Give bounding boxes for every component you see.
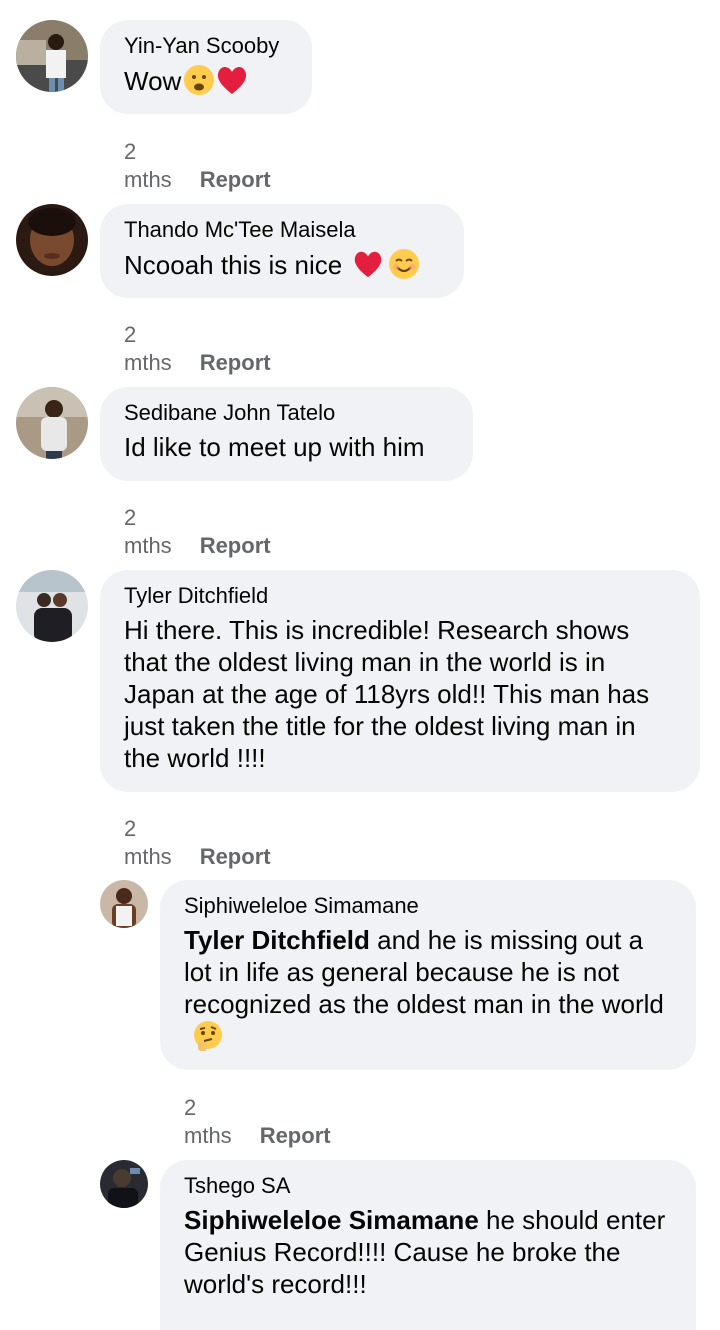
avatar[interactable] (16, 204, 88, 276)
comment-text: Hi there. This is incredible! Research s… (124, 615, 650, 773)
comment-timestamp[interactable]: 2 mths (124, 505, 172, 558)
comment-timestamp[interactable]: 2 mths (124, 816, 172, 869)
report-button[interactable]: Report (200, 844, 271, 869)
comment-timestamp[interactable]: 2 mths (184, 1095, 232, 1148)
avatar[interactable] (16, 570, 88, 642)
comment-meta: 2 mths Report (124, 504, 271, 560)
comment-timestamp[interactable]: 2 mths (124, 139, 172, 192)
comment-author[interactable]: Yin-Yan Scooby (124, 32, 288, 60)
comment-author[interactable]: Tyler Ditchfield (124, 582, 676, 610)
avatar-photo (100, 880, 148, 928)
report-button[interactable]: Report (200, 533, 271, 558)
avatar-photo (16, 570, 88, 642)
avatar-photo (16, 204, 88, 276)
report-button[interactable]: Report (260, 1123, 331, 1148)
comment-bubble: Thando Mc'Tee Maisela Ncooah this is nic… (100, 204, 464, 298)
comment-text: Wow (124, 64, 288, 97)
avatar[interactable] (16, 20, 88, 92)
report-button[interactable]: Report (200, 167, 271, 192)
comment-text: Tyler Ditchfield and he is missing out a… (184, 924, 672, 1053)
avatar-photo (16, 20, 88, 92)
comment-bubble: Yin-Yan Scooby Wow (100, 20, 312, 114)
comment-bubble: Tyler Ditchfield Hi there. This is incre… (100, 570, 700, 792)
comment-text: Ncooah this is nice (124, 248, 440, 281)
comment-meta: 2 mths Report (124, 815, 271, 871)
avatar[interactable] (16, 387, 88, 459)
avatar-photo (100, 1160, 148, 1208)
red-heart-emoji (218, 66, 247, 94)
frowning-face-emoji (184, 65, 215, 95)
comment-meta: 2 mths Report (184, 1094, 331, 1150)
report-button[interactable]: Report (200, 350, 271, 375)
comment-author[interactable]: Sedibane John Tatelo (124, 399, 449, 427)
avatar-photo (16, 387, 88, 459)
avatar[interactable] (100, 880, 148, 928)
comment-text: Id like to meet up with him (124, 432, 425, 462)
comment-meta: 2 mths Report (124, 138, 271, 194)
comment-author[interactable]: Siphiweleloe Simamane (184, 892, 672, 920)
mention-link[interactable]: Siphiweleloe Simamane (184, 1205, 479, 1235)
avatar[interactable] (100, 1160, 148, 1208)
reply-bubble: Siphiweleloe Simamane Tyler Ditchfield a… (160, 880, 696, 1070)
red-heart-emoji (354, 251, 382, 278)
comment-author[interactable]: Tshego SA (184, 1172, 672, 1200)
reply-bubble: Tshego SA Siphiweleloe Simamane he shoul… (160, 1160, 696, 1330)
comment-bubble: Sedibane John Tatelo Id like to meet up … (100, 387, 473, 481)
comment-text-content: Wow (124, 66, 182, 96)
comment-timestamp[interactable]: 2 mths (124, 322, 172, 375)
comment-text-content: Ncooah this is nice (124, 250, 343, 280)
comment-author[interactable]: Thando Mc'Tee Maisela (124, 216, 440, 244)
comment-text: Siphiweleloe Simamane he should enter Ge… (184, 1204, 672, 1300)
comment-meta: 2 mths Report (124, 321, 271, 377)
thinking-face-emoji (194, 1021, 222, 1051)
mention-link[interactable]: Tyler Ditchfield (184, 925, 370, 955)
smiling-face-emoji (389, 249, 420, 279)
